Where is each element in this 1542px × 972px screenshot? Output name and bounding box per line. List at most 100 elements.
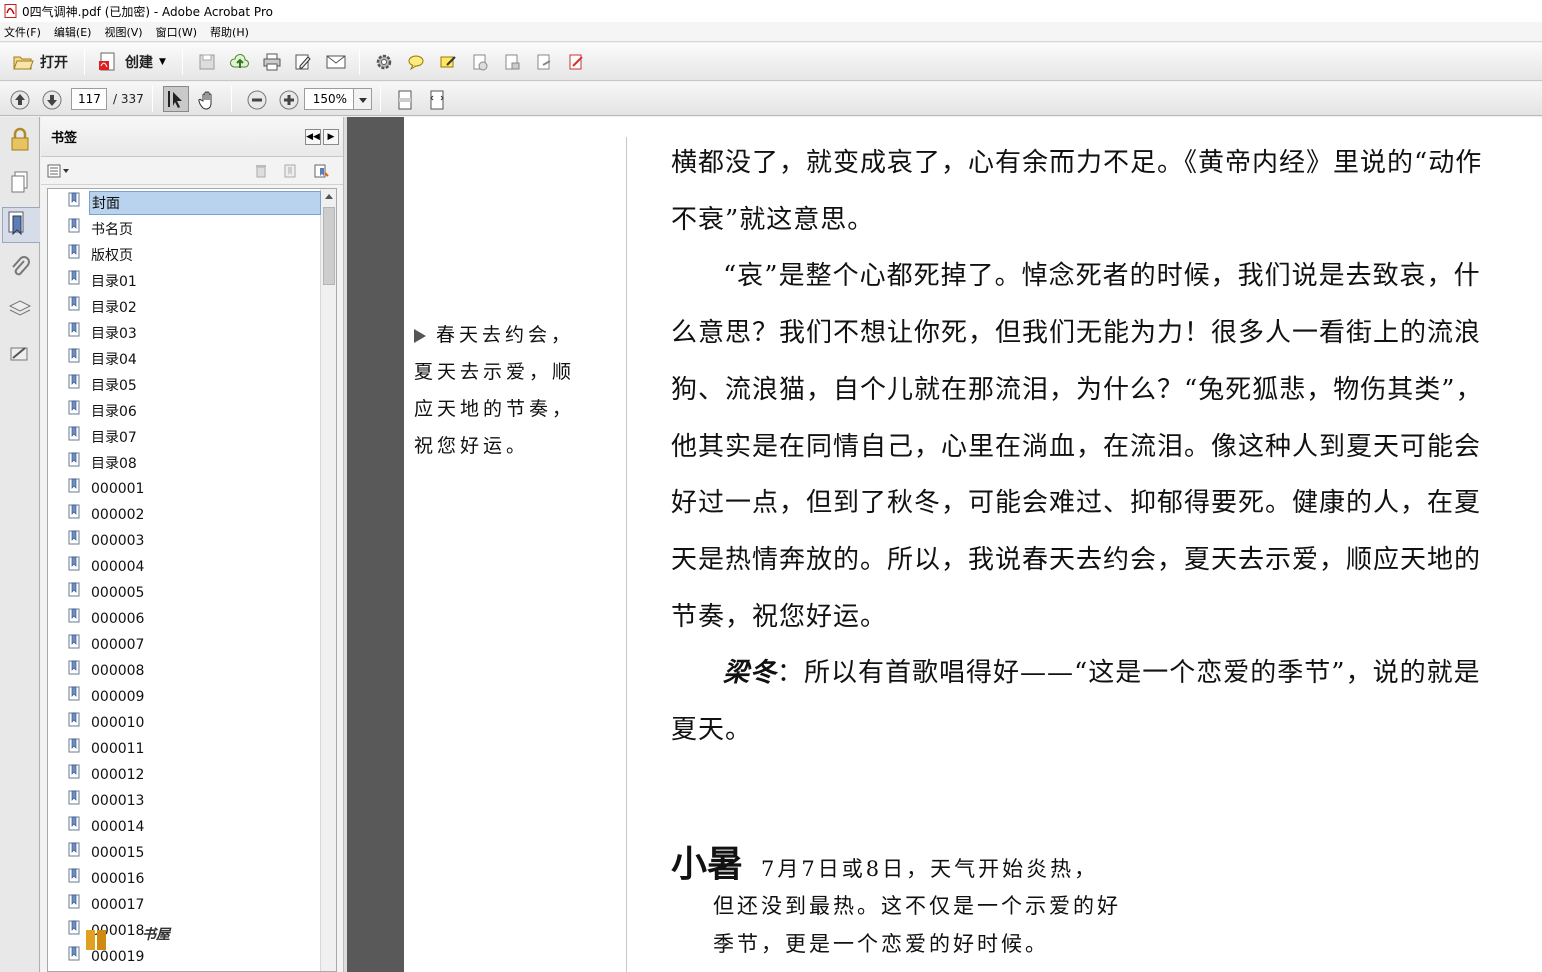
layers-icon[interactable] bbox=[8, 297, 32, 323]
bookmark-item[interactable]: 目录01 bbox=[68, 269, 139, 293]
bookmark-label: 000005 bbox=[91, 585, 145, 601]
bookmark-label: 000011 bbox=[91, 741, 145, 757]
bookmark-icon bbox=[68, 842, 82, 858]
print-icon[interactable] bbox=[262, 53, 281, 71]
bookmark-item[interactable]: 000007 bbox=[68, 633, 146, 657]
comment-icon[interactable] bbox=[407, 53, 425, 71]
upload-cloud-icon[interactable] bbox=[229, 53, 249, 71]
page-thumbnails-icon[interactable] bbox=[8, 170, 32, 196]
bookmarks-tree: 封面 书名页 版权页目录01 目录02 目录03 目录04 目录05 目录06 目录07 目录08… bbox=[47, 188, 337, 972]
edit-document-icon[interactable] bbox=[294, 53, 312, 71]
bookmark-icon bbox=[68, 946, 82, 962]
expand-bookmark-icon[interactable] bbox=[313, 163, 329, 182]
email-icon[interactable] bbox=[326, 53, 346, 71]
menu-view[interactable]: 视图(V) bbox=[104, 24, 142, 40]
bookmark-item[interactable]: 目录04 bbox=[68, 347, 139, 371]
create-label: 创建 bbox=[125, 54, 153, 71]
bookmark-item[interactable]: 000008 bbox=[68, 659, 146, 683]
bookmark-icon bbox=[68, 712, 82, 728]
menu-help[interactable]: 帮助(H) bbox=[210, 24, 249, 40]
bookmark-item[interactable]: 000012 bbox=[68, 763, 146, 787]
bookmark-label: 000013 bbox=[91, 793, 145, 809]
speaker-name: 梁冬 bbox=[723, 658, 778, 689]
menu-window[interactable]: 窗口(W) bbox=[156, 24, 197, 40]
bookmark-item[interactable]: 000009 bbox=[68, 685, 146, 709]
watermark-text: 书屋 bbox=[142, 927, 170, 943]
bookmark-item[interactable]: 000001 bbox=[68, 477, 146, 501]
hand-tool-icon[interactable] bbox=[198, 90, 216, 110]
secure-document-icon[interactable] bbox=[503, 53, 521, 71]
bookmark-item[interactable]: 000004 bbox=[68, 555, 146, 579]
delete-bookmark-icon[interactable] bbox=[253, 163, 269, 182]
dialogue-paragraph: 梁冬：所以有首歌唱得好——“这是一个恋爱的季节”，说的就是夏天。 bbox=[671, 645, 1506, 758]
bookmark-item[interactable]: 目录05 bbox=[68, 373, 139, 397]
page-number-input[interactable]: 117 bbox=[71, 87, 107, 110]
signatures-icon[interactable] bbox=[8, 342, 32, 368]
zoom-dropdown-button[interactable] bbox=[353, 87, 372, 110]
bookmark-item[interactable]: 000010 bbox=[68, 711, 146, 735]
highlight-icon[interactable] bbox=[439, 53, 457, 71]
bookmark-item[interactable]: 000015 bbox=[68, 841, 146, 865]
bookmark-item[interactable]: 000003 bbox=[68, 529, 146, 553]
bookmark-icon bbox=[68, 400, 82, 416]
document-viewport: 春天去约会，夏天去示爱，顺应天地的节奏，祝您好运。 横都没了，就变成哀了，心有余… bbox=[347, 117, 1542, 972]
sign-document-icon[interactable] bbox=[567, 53, 585, 71]
create-pdf-icon bbox=[97, 51, 119, 73]
document-body: 横都没了，就变成哀了，心有余而力不足。《黄帝内经》里说的“动作不衰”就这意思。 … bbox=[671, 135, 1506, 759]
bookmark-label: 000012 bbox=[91, 767, 145, 783]
select-tool-icon[interactable] bbox=[162, 85, 189, 112]
open-button[interactable]: 打开 bbox=[8, 48, 72, 76]
bookmark-item[interactable]: 目录03 bbox=[68, 321, 139, 345]
main-toolbar: 打开 创建 ▼ bbox=[0, 43, 1542, 81]
bookmark-label: 目录06 bbox=[91, 404, 137, 420]
next-page-icon[interactable] bbox=[42, 90, 62, 109]
bookmark-item[interactable]: 目录07 bbox=[68, 425, 139, 449]
delete-document-icon[interactable] bbox=[471, 53, 489, 71]
expand-panel-icon[interactable]: ▶ bbox=[323, 129, 339, 145]
new-bookmark-icon[interactable] bbox=[282, 163, 298, 182]
paragraph: “哀”是整个心都死掉了。悼念死者的时候，我们说是去致哀，什么意思？我们不想让你死… bbox=[671, 261, 1483, 632]
options-menu-icon[interactable] bbox=[47, 163, 71, 179]
bookmarks-icon[interactable] bbox=[2, 207, 40, 243]
bookmark-item[interactable]: 版权页 bbox=[68, 243, 135, 267]
zoom-in-icon[interactable] bbox=[279, 90, 299, 109]
previous-page-icon[interactable] bbox=[10, 90, 30, 109]
save-icon[interactable] bbox=[198, 53, 216, 71]
bookmark-item[interactable]: 封面 bbox=[68, 191, 321, 215]
bookmark-label: 000001 bbox=[91, 481, 145, 497]
fit-width-icon[interactable] bbox=[428, 90, 446, 109]
bookmark-item[interactable]: 000005 bbox=[68, 581, 146, 605]
fit-page-icon[interactable] bbox=[396, 90, 414, 109]
gear-icon[interactable] bbox=[375, 53, 393, 71]
menu-edit[interactable]: 编辑(E) bbox=[54, 24, 92, 40]
bookmark-item[interactable]: 书名页 bbox=[68, 217, 135, 241]
folder-icon bbox=[12, 51, 34, 73]
bookmark-item[interactable]: 目录06 bbox=[68, 399, 139, 423]
attachment-icon[interactable] bbox=[8, 255, 32, 281]
bookmark-item[interactable]: 000006 bbox=[68, 607, 146, 631]
menu-file[interactable]: 文件(F) bbox=[4, 24, 41, 40]
bookmark-item[interactable]: 目录08 bbox=[68, 451, 139, 475]
scrollbar-thumb[interactable] bbox=[323, 207, 335, 285]
bookmark-item[interactable]: 目录02 bbox=[68, 295, 139, 319]
zoom-out-icon[interactable] bbox=[247, 90, 267, 109]
section-line: 但还没到最热。这不仅是一个示爱的好 bbox=[713, 894, 1121, 918]
bookmark-item[interactable]: 000014 bbox=[68, 815, 146, 839]
bookmark-item[interactable]: 000016 bbox=[68, 867, 146, 891]
bookmark-item[interactable]: 000002 bbox=[68, 503, 146, 527]
bookmark-icon bbox=[68, 894, 82, 910]
bookmarks-scrollbar[interactable] bbox=[320, 189, 336, 971]
pdf-file-icon bbox=[4, 4, 18, 18]
bookmark-item[interactable]: 000013 bbox=[68, 789, 146, 813]
lock-icon[interactable] bbox=[8, 127, 32, 153]
collapse-panel-icon[interactable]: ◀◀ bbox=[305, 129, 321, 145]
export-document-icon[interactable] bbox=[535, 53, 553, 71]
bookmark-label: 000017 bbox=[91, 897, 145, 913]
bookmark-item[interactable]: 000017 bbox=[68, 893, 146, 917]
window-titlebar: 0四气调神.pdf (已加密) - Adobe Acrobat Pro bbox=[0, 0, 1542, 22]
bookmark-item[interactable]: 000011 bbox=[68, 737, 146, 761]
scroll-up-icon[interactable] bbox=[321, 189, 336, 205]
bookmark-label: 目录01 bbox=[91, 274, 137, 290]
create-button[interactable]: 创建 ▼ bbox=[93, 48, 170, 76]
zoom-level-input[interactable]: 150% bbox=[303, 87, 354, 110]
